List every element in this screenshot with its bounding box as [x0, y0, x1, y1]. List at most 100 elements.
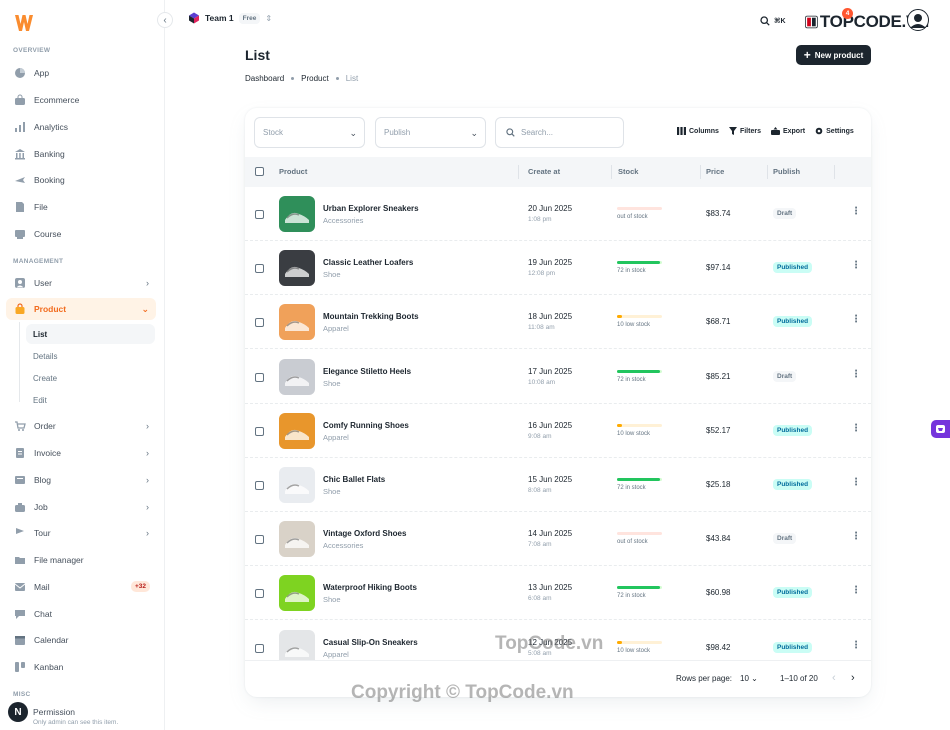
sidebar-item-booking[interactable]: Booking: [6, 169, 156, 191]
product-name[interactable]: Urban Explorer Sneakers: [323, 204, 419, 213]
next-page-button[interactable]: ›: [851, 672, 855, 684]
product-name[interactable]: Chic Ballet Flats: [323, 475, 385, 484]
collapse-sidebar-button[interactable]: ‹: [157, 12, 173, 28]
row-checkbox[interactable]: [255, 372, 264, 382]
more-options-icon[interactable]: ⋮: [851, 206, 861, 217]
row-checkbox[interactable]: [255, 264, 264, 274]
breadcrumb-product[interactable]: Product: [301, 74, 329, 83]
sidebar-item-kanban[interactable]: Kanban: [6, 656, 156, 678]
product-thumbnail[interactable]: [279, 250, 315, 287]
previous-page-button[interactable]: ‹: [832, 672, 836, 684]
create-date: 20 Jun 2025: [528, 204, 573, 213]
more-options-icon[interactable]: ⋮: [851, 423, 861, 434]
cart-floating-icon: [936, 424, 945, 433]
table-row[interactable]: Elegance Stiletto Heels Shoe 17 Jun 2025 10…: [245, 350, 871, 404]
chevron-right-icon: ›: [146, 475, 149, 485]
header-create-at[interactable]: Create at: [528, 167, 560, 176]
publish-status-badge: Draft: [773, 370, 797, 382]
header-publish[interactable]: Publish: [773, 167, 800, 176]
sidebar-item-blog[interactable]: Blog ›: [6, 469, 156, 491]
table-row[interactable]: Waterproof Hiking Boots Shoe 13 Jun 2025 6:…: [245, 566, 871, 621]
sidebar-item-file-manager[interactable]: File manager: [6, 549, 156, 571]
sidebar-item-course[interactable]: Course: [6, 223, 156, 245]
logo-icon[interactable]: [13, 12, 35, 34]
table-row[interactable]: Urban Explorer Sneakers Accessories 20 Jun…: [245, 187, 871, 241]
product-thumbnail[interactable]: [279, 412, 315, 449]
table-row[interactable]: Vintage Oxford Shoes Accessories 14 Jun 20…: [245, 512, 871, 567]
more-options-icon[interactable]: ⋮: [851, 369, 861, 380]
header-price[interactable]: Price: [706, 167, 724, 176]
more-options-icon[interactable]: ⋮: [851, 477, 861, 488]
product-thumbnail[interactable]: [279, 467, 315, 503]
row-checkbox[interactable]: [255, 426, 264, 436]
product-name[interactable]: Comfy Running Shoes: [323, 421, 409, 430]
avatar[interactable]: N: [8, 702, 28, 722]
more-options-icon[interactable]: ⋮: [851, 531, 861, 542]
columns-button[interactable]: Columns: [677, 127, 719, 135]
settings-button[interactable]: Settings: [815, 127, 854, 135]
sidebar-subitem-edit[interactable]: Edit: [26, 390, 155, 410]
account-avatar[interactable]: [907, 9, 929, 31]
product-name[interactable]: Casual Slip-On Sneakers: [323, 638, 418, 647]
product-thumbnail[interactable]: [279, 521, 315, 558]
product-name[interactable]: Waterproof Hiking Boots: [323, 583, 417, 592]
more-options-icon[interactable]: ⋮: [851, 640, 861, 651]
sidebar-item-order[interactable]: Order ›: [6, 415, 156, 437]
publish-filter-select[interactable]: Publish ⌄: [375, 117, 486, 148]
product-name[interactable]: Elegance Stiletto Heels: [323, 367, 411, 376]
product-name[interactable]: Mountain Trekking Boots: [323, 312, 419, 321]
sidebar-item-user[interactable]: User ›: [6, 272, 156, 294]
row-checkbox[interactable]: [255, 535, 264, 545]
sidebar-item-tour[interactable]: Tour ›: [6, 522, 156, 544]
rows-per-page-select[interactable]: 10 ⌄: [740, 674, 758, 683]
sidebar-subitem-list[interactable]: List: [26, 324, 155, 344]
header-stock[interactable]: Stock: [618, 167, 638, 176]
sidebar-item-permission[interactable]: Permission: [33, 707, 75, 717]
table-row[interactable]: Chic Ballet Flats Shoe 15 Jun 2025 8:08 am 7…: [245, 458, 871, 512]
sidebar-item-calendar[interactable]: Calendar: [6, 629, 156, 651]
sidebar-subitem-details[interactable]: Details: [26, 346, 155, 366]
more-options-icon[interactable]: ⋮: [851, 314, 861, 325]
stock-filter-select[interactable]: Stock ⌄: [254, 117, 365, 148]
table-row[interactable]: Comfy Running Shoes Apparel 16 Jun 2025 9:0…: [245, 404, 871, 458]
sidebar-item-app[interactable]: App: [6, 62, 156, 84]
sidebar-item-banking[interactable]: Banking: [6, 143, 156, 165]
product-name[interactable]: Classic Leather Loafers: [323, 258, 413, 267]
sidebar-item-product[interactable]: Product ⌄: [6, 298, 156, 320]
breadcrumb-dashboard[interactable]: Dashboard: [245, 74, 284, 83]
sidebar-item-file[interactable]: File: [6, 196, 156, 218]
publish-status-badge: Published: [773, 587, 813, 599]
more-options-icon[interactable]: ⋮: [851, 585, 861, 596]
product-thumbnail[interactable]: [279, 575, 315, 612]
sidebar-item-analytics[interactable]: Analytics: [6, 116, 156, 138]
table-row[interactable]: Classic Leather Loafers Shoe 19 Jun 2025 12…: [245, 241, 871, 296]
row-checkbox[interactable]: [255, 643, 264, 653]
select-all-checkbox[interactable]: [255, 167, 264, 176]
filters-button[interactable]: Filters: [728, 127, 761, 135]
product-name[interactable]: Vintage Oxford Shoes: [323, 529, 406, 538]
header-product[interactable]: Product: [279, 167, 307, 176]
new-product-button[interactable]: + New product: [796, 45, 871, 65]
sidebar-item-chat[interactable]: Chat: [6, 603, 156, 625]
product-thumbnail[interactable]: [279, 196, 315, 232]
product-thumbnail[interactable]: [279, 358, 315, 395]
sidebar-item-mail[interactable]: Mail +32: [6, 576, 156, 598]
table-row[interactable]: Mountain Trekking Boots Apparel 18 Jun 202…: [245, 295, 871, 350]
product-thumbnail[interactable]: [279, 629, 315, 660]
search-input[interactable]: Search...: [495, 117, 624, 148]
sidebar-subitem-create[interactable]: Create: [26, 368, 155, 388]
global-search-button[interactable]: ⌘K: [760, 12, 798, 30]
sidebar-item-invoice[interactable]: Invoice ›: [6, 442, 156, 464]
export-button[interactable]: Export: [770, 127, 805, 135]
row-checkbox[interactable]: [255, 589, 264, 599]
row-checkbox[interactable]: [255, 481, 264, 490]
settings-drawer-button[interactable]: [931, 420, 950, 438]
row-checkbox[interactable]: [255, 318, 264, 328]
sidebar-item-ecommerce[interactable]: Ecommerce: [6, 89, 156, 111]
sidebar-item-job[interactable]: Job ›: [6, 496, 156, 518]
team-switcher[interactable]: Team 1 Free ⇕: [188, 12, 272, 24]
more-options-icon[interactable]: ⋮: [851, 260, 861, 271]
product-thumbnail[interactable]: [279, 304, 315, 341]
row-checkbox[interactable]: [255, 210, 264, 219]
notification-badge[interactable]: 4: [842, 8, 853, 19]
